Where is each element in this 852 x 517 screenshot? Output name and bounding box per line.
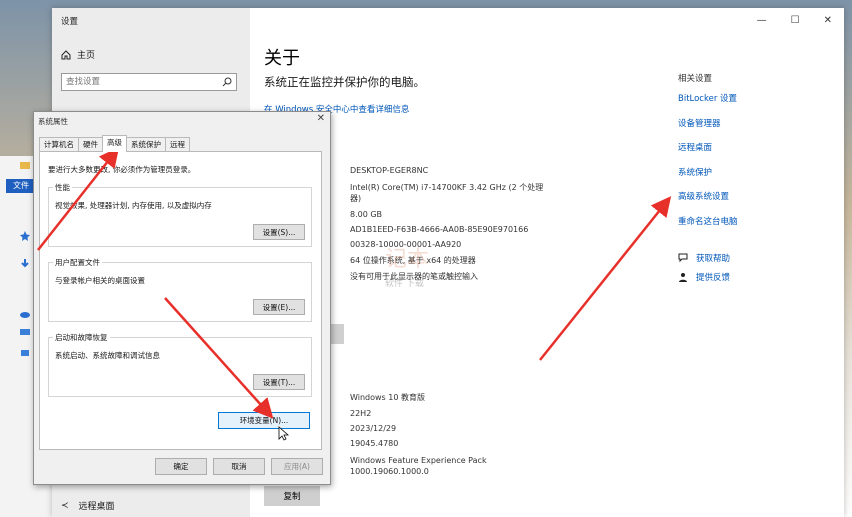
page-title: 关于 [264, 48, 300, 69]
rename-pc-link[interactable]: 重命名这台电脑 [678, 215, 738, 240]
tab-remote[interactable]: 远程 [165, 137, 190, 152]
watermark-subtext: 软件 下载 [385, 279, 424, 289]
startup-recovery-group-title: 启动和故障恢复 [53, 332, 110, 343]
device-id-value: AD1B1EED-F63B-4666-AA0B-85E90E970166 [350, 225, 529, 234]
give-feedback-label: 提供反馈 [696, 273, 731, 283]
dialog-close-icon[interactable]: ✕ [317, 113, 325, 124]
bitlocker-settings-link[interactable]: BitLocker 设置 [678, 92, 738, 117]
user-profiles-group: 用户配置文件 与登录帐户相关的桌面设置 设置(E)... [48, 257, 312, 322]
get-help-label: 获取帮助 [696, 254, 731, 264]
search-icon[interactable] [222, 77, 232, 87]
device-manager-link[interactable]: 设备管理器 [678, 117, 738, 142]
this-pc-icon [20, 329, 30, 335]
watermark-text: 记本 [385, 247, 430, 272]
device-name-value: DESKTOP-EGER8NC [350, 166, 429, 175]
download-icon [21, 259, 29, 268]
window-controls: — ☐ ✕ [757, 15, 832, 26]
environment-variables-button[interactable]: 环境变量(N)... [218, 412, 310, 429]
explorer-file-tab[interactable]: 文件 [6, 179, 36, 193]
settings-window-title: 设置 [61, 17, 79, 27]
onedrive-icon [20, 312, 30, 318]
edition-value: Windows 10 教育版 [350, 393, 425, 402]
feedback-person-icon [679, 273, 687, 282]
user-profiles-settings-button[interactable]: 设置(E)... [253, 299, 305, 315]
experience-value-line2: 1000.19060.1000.0 [350, 467, 429, 476]
security-status-text: 系统正在监控并保护你的电脑。 [264, 75, 425, 89]
ok-button[interactable]: 确定 [155, 458, 207, 475]
version-value: 22H2 [350, 409, 372, 418]
processor-value-line2: 器) [350, 194, 362, 203]
related-settings: 相关设置 BitLocker 设置 设备管理器 远程桌面 系统保护 高级系统设置… [678, 72, 738, 239]
startup-recovery-settings-button[interactable]: 设置(T)... [253, 374, 305, 390]
system-properties-tabs: 计算机名 硬件 高级 系统保护 远程 [39, 135, 190, 152]
os-build-value: 19045.4780 [350, 439, 399, 448]
performance-group: 性能 视觉效果, 处理器计划, 内存使用, 以及虚拟内存 设置(S)... [48, 182, 312, 247]
startup-recovery-group: 启动和故障恢复 系统启动、系统故障和调试信息 设置(T)... [48, 332, 312, 397]
close-icon[interactable]: ✕ [824, 15, 832, 26]
advanced-system-settings-link[interactable]: 高级系统设置 [678, 190, 738, 215]
user-profiles-group-desc: 与登录帐户相关的桌面设置 [55, 276, 145, 285]
folder-icon [20, 162, 30, 169]
apply-button[interactable]: 应用(A) [271, 458, 323, 475]
copy-windows-specs-button[interactable]: 复制 [264, 486, 320, 506]
give-feedback-link[interactable]: 提供反馈 [678, 271, 730, 283]
maximize-icon[interactable]: ☐ [791, 15, 800, 26]
system-protection-link[interactable]: 系统保护 [678, 166, 738, 191]
tab-computer-name[interactable]: 计算机名 [39, 137, 79, 152]
nav-home-label: 主页 [77, 51, 96, 61]
performance-group-desc: 视觉效果, 处理器计划, 内存使用, 以及虚拟内存 [55, 201, 212, 210]
chevron-icon: ≺ [61, 500, 69, 511]
nav-remote-desktop[interactable]: ≺ 远程桌面 [61, 499, 115, 513]
help-chat-icon [678, 253, 688, 263]
admin-note: 要进行大多数更改, 你必须作为管理员登录。 [48, 165, 196, 174]
tab-system-protection[interactable]: 系统保护 [126, 137, 166, 152]
processor-value-line1: Intel(R) Core(TM) i7-14700KF 3.42 GHz (2… [350, 183, 544, 192]
star-icon [20, 231, 30, 241]
minimize-icon[interactable]: — [757, 15, 767, 26]
performance-settings-button[interactable]: 设置(S)... [253, 224, 305, 240]
nav-home[interactable]: 主页 [61, 48, 95, 61]
get-help-link[interactable]: 获取帮助 [678, 252, 730, 264]
remote-desktop-link[interactable]: 远程桌面 [678, 141, 738, 166]
home-icon [61, 49, 71, 59]
system-properties-dialog: 系统属性 ✕ 计算机名 硬件 高级 系统保护 远程 要进行大多数更改, 你必须作… [33, 111, 331, 485]
settings-search-box[interactable] [61, 73, 237, 91]
performance-group-title: 性能 [53, 182, 72, 193]
settings-search-input[interactable] [62, 74, 216, 90]
system-properties-title: 系统属性 [38, 117, 68, 126]
network-icon [21, 350, 29, 356]
ram-value: 8.00 GB [350, 210, 383, 219]
related-settings-heading: 相关设置 [678, 74, 713, 84]
tab-hardware[interactable]: 硬件 [78, 137, 103, 152]
experience-value-line1: Windows Feature Experience Pack [350, 456, 487, 465]
nav-remote-desktop-label: 远程桌面 [78, 502, 115, 512]
user-profiles-group-title: 用户配置文件 [53, 257, 102, 268]
cancel-button[interactable]: 取消 [213, 458, 265, 475]
install-date-value: 2023/12/29 [350, 424, 397, 433]
startup-recovery-group-desc: 系统启动、系统故障和调试信息 [55, 351, 160, 360]
tab-advanced[interactable]: 高级 [102, 135, 127, 152]
